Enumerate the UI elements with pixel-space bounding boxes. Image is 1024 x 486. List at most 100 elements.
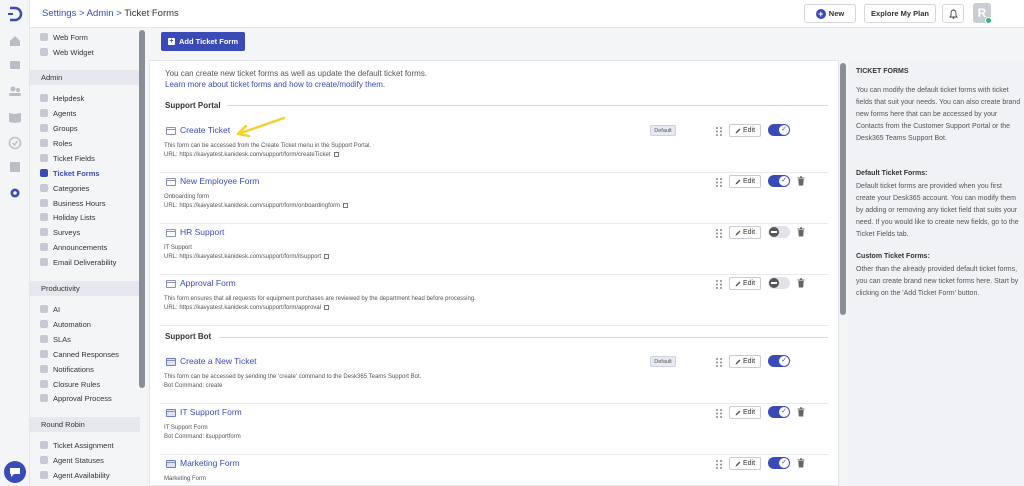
drag-handle-icon[interactable] [715, 177, 723, 188]
explore-plan-button[interactable]: Explore My Plan [864, 4, 936, 23]
pencil-icon [735, 230, 741, 235]
sidebar-item-canned-responses[interactable]: Canned Responses [40, 347, 140, 361]
edit-button[interactable]: Edit [729, 226, 761, 239]
sidebar-item-holiday-lists[interactable]: Holiday Lists [40, 210, 140, 224]
sidebar-item-label: Groups [53, 123, 78, 133]
sidebar-item-agents[interactable]: Agents [40, 106, 140, 120]
new-button[interactable]: + New [804, 4, 856, 23]
form-name-link[interactable]: Approval Form [180, 278, 236, 288]
sidebar-item-groups[interactable]: Groups [40, 121, 140, 135]
form-name-link[interactable]: Marketing Form [180, 458, 240, 468]
sidebar-item-web-widget[interactable]: Web Widget [40, 45, 140, 59]
sidebar-item-agent-availability[interactable]: Agent Availability [40, 468, 140, 482]
sidebar-item-email-deliverability[interactable]: Email Deliverability [40, 255, 140, 269]
form-name-link[interactable]: HR Support [180, 227, 224, 237]
form-name-link[interactable]: Create a New Ticket [180, 356, 257, 366]
agents-icon [40, 109, 48, 117]
breadcrumb-current: Ticket Forms [124, 8, 179, 19]
sidebar-item-web-form[interactable]: Web Form [40, 30, 140, 44]
breadcrumb-separator: > [113, 8, 125, 19]
copy-icon[interactable] [324, 254, 330, 259]
info-custom-title: Custom Ticket Forms: [856, 253, 930, 260]
sidebar-scrollbar[interactable] [139, 30, 145, 388]
info-default-title: Default Ticket Forms: [856, 170, 928, 177]
section-support-bot: Support Bot [165, 332, 212, 341]
settings-gear-icon[interactable] [8, 186, 22, 200]
enable-toggle[interactable]: ✓ [768, 175, 790, 187]
sidebar-item-ticket-assignment[interactable]: Ticket Assignment [40, 438, 140, 452]
main-scrollbar[interactable] [840, 63, 846, 315]
enable-toggle[interactable]: ✓ [768, 406, 790, 418]
form-description: Marketing Form [164, 476, 207, 482]
sidebar-item-helpdesk[interactable]: Helpdesk [40, 91, 140, 105]
trash-icon[interactable] [797, 176, 805, 186]
chat-support-button[interactable] [4, 461, 26, 483]
copy-icon[interactable] [333, 152, 339, 157]
breadcrumb-settings[interactable]: Settings [42, 8, 76, 19]
info-panel: TICKET FORMS You can modify the default … [848, 60, 1024, 486]
reports-icon[interactable] [8, 160, 22, 174]
notifications-button[interactable] [942, 4, 964, 23]
edit-label: Edit [742, 280, 756, 287]
ticket-forms-icon [40, 169, 48, 177]
sidebar-item-business-hours[interactable]: Business Hours [40, 196, 140, 210]
edit-button[interactable]: Edit [729, 355, 761, 368]
contacts-icon[interactable] [8, 84, 22, 98]
approvals-icon[interactable] [8, 136, 22, 150]
form-row: New Employee Form Onboarding form URL: h… [160, 172, 828, 224]
online-status-dot [985, 17, 992, 24]
trash-icon[interactable] [797, 407, 805, 417]
form-url-text: URL: https://kavyatest.kanidesk.com/supp… [164, 203, 341, 210]
sidebar-item-announcements[interactable]: Announcements [40, 240, 140, 254]
learn-more-link[interactable]: Learn more about ticket forms and how to… [165, 80, 385, 89]
form-row: Marketing Form Marketing Form Edit ✓ [160, 454, 828, 486]
form-name-link[interactable]: IT Support Form [180, 407, 242, 417]
enable-toggle[interactable]: ✓ [768, 124, 790, 136]
home-icon[interactable] [8, 34, 22, 48]
drag-handle-icon[interactable] [715, 408, 723, 419]
trash-icon[interactable] [797, 458, 805, 468]
edit-button[interactable]: Edit [729, 175, 761, 188]
sidebar-item-notifications[interactable]: Notifications [40, 362, 140, 376]
trash-icon[interactable] [797, 278, 805, 288]
sidebar-item-surveys[interactable]: Surveys [40, 225, 140, 239]
trash-icon[interactable] [797, 227, 805, 237]
copy-icon[interactable] [343, 203, 349, 208]
sidebar-item-ai[interactable]: AI [40, 302, 140, 316]
enable-toggle[interactable] [768, 277, 790, 289]
edit-button[interactable]: Edit [729, 457, 761, 470]
edit-button[interactable]: Edit [729, 277, 761, 290]
drag-handle-icon[interactable] [715, 228, 723, 239]
drag-handle-icon[interactable] [715, 357, 723, 368]
desk365-logo-icon[interactable] [7, 6, 23, 22]
enable-toggle[interactable]: ✓ [768, 457, 790, 469]
sidebar-item-categories[interactable]: Categories [40, 181, 140, 195]
edit-button[interactable]: Edit [729, 406, 761, 419]
sidebar-item-ticket-fields[interactable]: Ticket Fields [40, 151, 140, 165]
drag-handle-icon[interactable] [715, 126, 723, 137]
breadcrumb-admin[interactable]: Admin [87, 8, 114, 19]
pencil-icon [735, 359, 741, 364]
knowledge-base-icon[interactable] [8, 110, 22, 124]
enable-toggle[interactable] [768, 226, 790, 238]
form-row: HR Support IT Support URL: https://kavya… [160, 223, 828, 275]
sidebar-item-ticket-forms[interactable]: Ticket Forms [40, 166, 140, 180]
sidebar-item-label: Ticket Forms [53, 168, 100, 178]
form-name-link[interactable]: Create Ticket [180, 125, 230, 135]
tickets-icon[interactable] [8, 58, 22, 72]
form-name-link[interactable]: New Employee Form [180, 176, 259, 186]
drag-handle-icon[interactable] [715, 459, 723, 470]
drag-handle-icon[interactable] [715, 279, 723, 290]
sidebar-item-closure-rules[interactable]: Closure Rules [40, 377, 140, 391]
enable-toggle[interactable]: ✓ [768, 355, 790, 367]
pencil-icon [735, 179, 741, 184]
sidebar-item-roles[interactable]: Roles [40, 136, 140, 150]
sidebar-item-agent-statuses[interactable]: Agent Statuses [40, 453, 140, 467]
edit-button[interactable]: Edit [729, 124, 761, 137]
form-description: This form ensures that all requests for … [164, 296, 476, 302]
add-ticket-form-button[interactable]: + Add Ticket Form [161, 32, 245, 51]
sidebar-item-automation[interactable]: Automation [40, 317, 140, 331]
copy-icon[interactable] [324, 305, 330, 310]
sidebar-item-slas[interactable]: SLAs [40, 332, 140, 346]
sidebar-item-approval-process[interactable]: Approval Process [40, 391, 140, 405]
